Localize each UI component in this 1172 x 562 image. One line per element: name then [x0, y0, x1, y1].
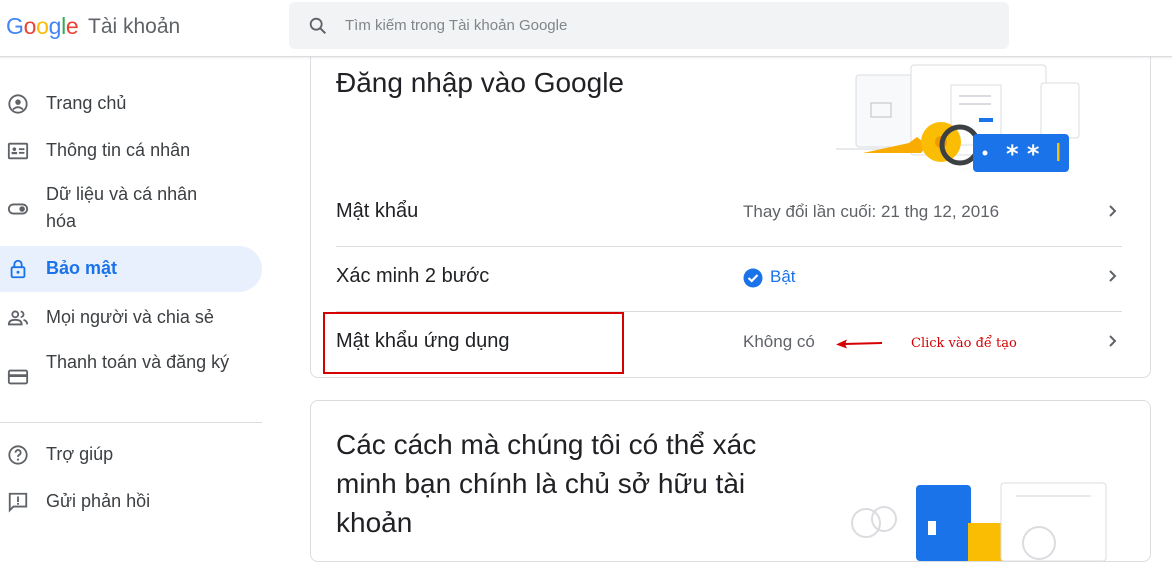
- help-icon: [8, 445, 28, 465]
- sidebar-item-label: Dữ liệu và cá nhân hóa: [46, 184, 198, 231]
- search-icon: [309, 17, 327, 35]
- check-circle-icon: [743, 268, 763, 288]
- sidebar-item-label: Mọi người và chia sẻ: [46, 307, 214, 327]
- id-card-icon: [7, 142, 29, 160]
- feedback-icon: [8, 492, 28, 513]
- annotation-text: Click vào để tạo: [911, 336, 1017, 351]
- people-icon: [7, 310, 29, 326]
- sidebar-item-data-personalization[interactable]: Dữ liệu và cá nhân hóa: [0, 181, 262, 235]
- search-input[interactable]: Tìm kiếm trong Tài khoản Google: [345, 17, 567, 34]
- verification-methods-card: Các cách mà chúng tôi có thể xác minh bạ…: [310, 400, 1151, 562]
- row-label: Xác minh 2 bước: [336, 265, 490, 287]
- product-name: Tài khoản: [88, 15, 181, 38]
- signin-illustration: * *: [836, 64, 1080, 172]
- sidebar-item-label: Thanh toán và đăng ký: [46, 352, 230, 372]
- top-bar: Google Tài khoản Tìm kiếm trong Tài khoả…: [0, 0, 1172, 57]
- sidebar-divider: [0, 422, 262, 423]
- chevron-right-icon: [1109, 205, 1117, 217]
- sidebar-item-security[interactable]: Bảo mật: [0, 246, 262, 292]
- sidebar-nav: Trang chủ Thông tin cá nhân Dữ liệu và c…: [0, 56, 280, 530]
- sidebar-item-label: Trợ giúp: [46, 444, 114, 464]
- signin-card: Đăng nhập vào Google * * Mật khẩu Thay đ…: [310, 36, 1151, 378]
- annotation-highlight-box: [323, 312, 624, 374]
- search-bar[interactable]: Tìm kiếm trong Tài khoản Google: [289, 2, 1009, 49]
- sidebar-item-payments[interactable]: Thanh toán và đăng ký: [0, 349, 262, 403]
- credit-card-icon: [7, 369, 29, 385]
- sidebar-item-feedback[interactable]: Gửi phản hồi: [0, 485, 262, 519]
- sidebar-item-home[interactable]: Trang chủ: [0, 87, 262, 121]
- row-value: Thay đổi lần cuối: 21 thg 12, 2016: [743, 202, 1000, 221]
- toggle-icon: [7, 203, 29, 215]
- password-row[interactable]: Mật khẩu Thay đổi lần cuối: 21 thg 12, 2…: [311, 182, 1150, 246]
- sidebar-item-label: Trang chủ: [46, 93, 127, 113]
- sidebar-item-label: Gửi phản hồi: [46, 491, 151, 511]
- lock-icon: [10, 259, 26, 279]
- google-logo[interactable]: Google: [6, 13, 79, 40]
- row-value: Bật: [770, 267, 796, 286]
- sidebar-item-label: Thông tin cá nhân: [46, 140, 191, 160]
- card-title: Các cách mà chúng tôi có thể xác minh bạ…: [336, 429, 757, 538]
- chevron-right-icon: [1109, 335, 1117, 347]
- row-value: Không có: [743, 332, 815, 351]
- row-label: Mật khẩu: [336, 200, 419, 222]
- annotation-arrow-icon: [836, 339, 883, 349]
- sidebar-item-people-sharing[interactable]: Mọi người và chia sẻ: [0, 301, 262, 335]
- svg-text:* *: * *: [1006, 140, 1040, 168]
- sidebar-item-help[interactable]: Trợ giúp: [0, 438, 262, 472]
- verification-illustration: [851, 482, 1107, 561]
- chevron-right-icon: [1109, 270, 1117, 282]
- sidebar-item-personal-info[interactable]: Thông tin cá nhân: [0, 134, 262, 168]
- sidebar-item-label: Bảo mật: [46, 258, 118, 278]
- account-circle-icon: [8, 94, 28, 114]
- two-step-verification-row[interactable]: Xác minh 2 bước Bật: [311, 247, 1150, 311]
- card-title: Đăng nhập vào Google: [336, 67, 624, 98]
